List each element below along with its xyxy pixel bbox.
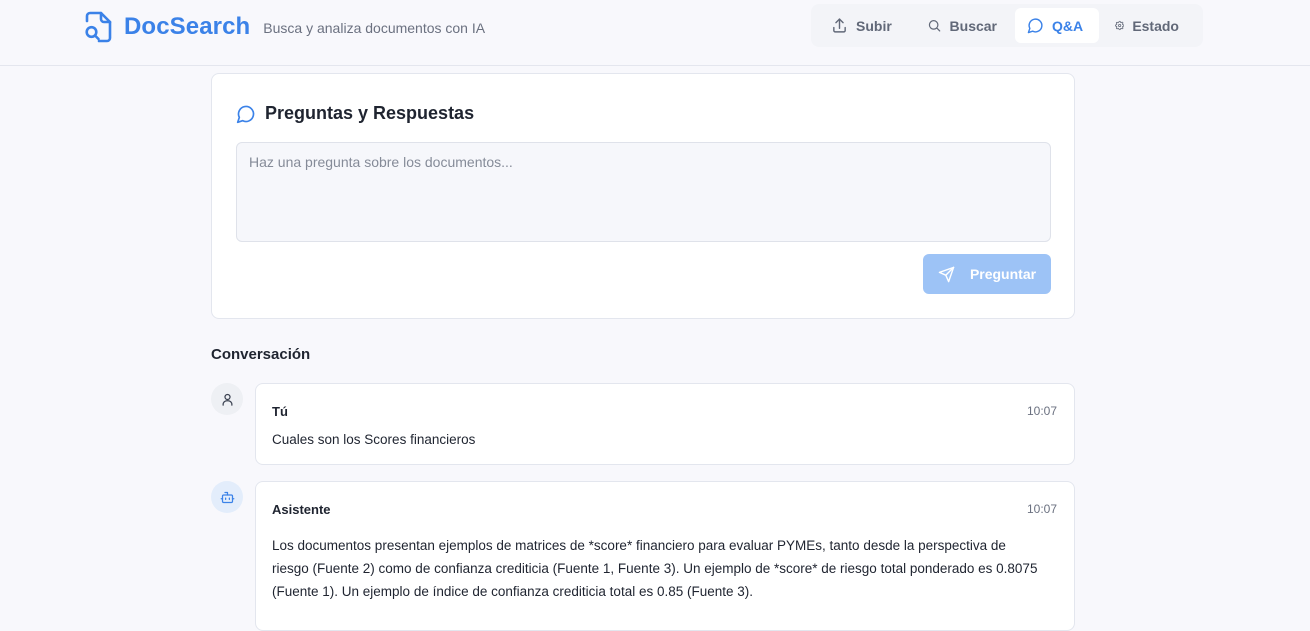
question-input[interactable] <box>236 142 1051 242</box>
message-time: 10:07 <box>1026 502 1057 516</box>
nav-item-label: Q&A <box>1052 17 1084 34</box>
avatar <box>211 481 243 513</box>
nav-item-status[interactable]: Estado <box>1103 8 1191 43</box>
nav-item-label: Buscar <box>949 17 997 34</box>
message-text: Los documentos presentan ejemplos de mat… <box>272 538 1038 599</box>
avatar <box>211 383 243 415</box>
brand-name: DocSearch <box>124 13 251 40</box>
robot-icon <box>220 491 234 503</box>
nav-item-upload[interactable]: Subir <box>819 8 915 43</box>
user-icon <box>222 393 232 406</box>
main-nav: Subir Buscar Q&A Estado <box>811 4 1203 47</box>
search-icon <box>928 20 941 32</box>
nav-item-label: Estado <box>1132 17 1179 34</box>
message-author: Asistente <box>272 502 331 517</box>
message-time: 10:07 <box>1026 404 1057 418</box>
ask-button[interactable]: Preguntar <box>923 254 1051 294</box>
brand-tagline: Busca y analiza documentos con IA <box>263 20 486 36</box>
nav-item-label: Subir <box>856 17 892 34</box>
top-bar: DocSearch Busca y analiza documentos con… <box>0 0 1310 66</box>
chat-bubble-icon <box>236 105 255 123</box>
gear-icon <box>1115 20 1125 31</box>
nav-item-search[interactable]: Buscar <box>915 8 1009 43</box>
message-author: Tú <box>272 404 288 419</box>
document-search-logo-icon <box>85 11 112 43</box>
message-assistant: Asistente 10:07 Los documentos presentan… <box>255 481 1075 631</box>
send-icon <box>938 266 955 282</box>
nav-item-qa[interactable]: Q&A <box>1015 8 1099 43</box>
qa-title: Preguntas y Respuestas <box>265 103 475 123</box>
brand[interactable]: DocSearch Busca y analiza documentos con… <box>83 11 485 43</box>
qa-card-title: Preguntas y Respuestas <box>236 103 474 124</box>
chat-bubble-icon <box>1027 18 1043 34</box>
conversation-title: Conversación <box>211 346 311 363</box>
message-text: Cuales son los Scores financieros <box>272 432 476 447</box>
message-user: Tú 10:07 Cuales son los Scores financier… <box>255 383 1075 465</box>
qa-card: Preguntas y Respuestas Preguntar <box>211 73 1075 319</box>
ask-button-label: Preguntar <box>969 266 1037 282</box>
upload-icon <box>833 18 846 33</box>
